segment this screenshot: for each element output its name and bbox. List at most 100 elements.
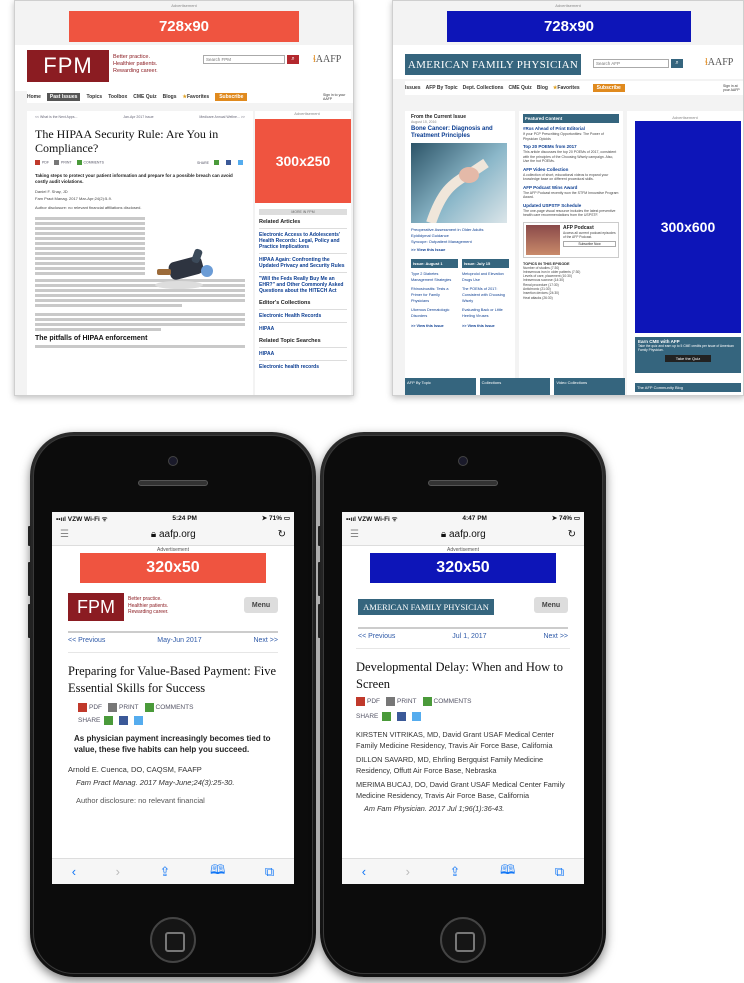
issue-link[interactable]: May-Jun 2017 <box>157 637 201 644</box>
related-link[interactable]: HIPAA Again: Confronting the Updated Pri… <box>259 257 347 269</box>
home-button[interactable] <box>440 917 486 963</box>
menu-button[interactable]: Menu <box>534 597 568 613</box>
tabs-icon[interactable]: ⧉ <box>555 864 564 880</box>
nav-issues[interactable]: Issues <box>405 85 421 91</box>
nav-favorites[interactable]: ★Favorites <box>183 94 210 100</box>
issue-link[interactable]: Jan-Apr 2017 Issue <box>123 115 153 119</box>
signin-link[interactable]: Sign in to your AAFP <box>323 93 353 101</box>
comments-button[interactable]: COMMENTS <box>144 703 193 712</box>
tabs-icon[interactable]: ⧉ <box>265 864 274 880</box>
nav-collections[interactable]: Dept. Collections <box>463 85 504 91</box>
issue-article[interactable]: The POEMs of 2017: Consistent with Choos… <box>462 286 509 304</box>
take-quiz-button[interactable]: Take the Quiz <box>665 355 711 362</box>
view-issue-link[interactable]: >> View this Issue <box>411 323 458 329</box>
share-plus-icon[interactable] <box>214 160 219 165</box>
current-title[interactable]: Bone Cancer: Diagnosis and Treatment Pri… <box>411 126 509 140</box>
related-link[interactable]: "Will the Feds Really Buy Me an EHR?" an… <box>259 276 347 294</box>
pdf-button[interactable]: PDF <box>356 697 380 706</box>
forward-icon[interactable]: › <box>116 864 120 879</box>
issue-article[interactable]: Metoprolol and Elevation Drugs Use <box>462 271 509 283</box>
nav-favorites[interactable]: ★Favorites <box>553 85 580 91</box>
issue-tab[interactable]: Issue: August 1 <box>411 259 458 268</box>
nav-blog[interactable]: Blog <box>537 85 548 91</box>
share-plus-icon[interactable] <box>104 716 114 725</box>
twitter-icon[interactable] <box>412 712 422 721</box>
issue-article[interactable]: Ulcerous Dermatologic Disorders <box>411 307 458 319</box>
aafp-logo[interactable]: ɬAAFP <box>705 57 733 68</box>
bottom-tab[interactable]: Video Collections <box>554 378 626 395</box>
leaderboard-ad[interactable]: 728x90 <box>69 11 299 42</box>
view-issue-link[interactable]: >> View this Issue <box>462 323 509 329</box>
facebook-icon[interactable] <box>397 712 407 721</box>
back-icon[interactable]: ‹ <box>362 864 366 879</box>
share-plus-icon[interactable] <box>382 712 392 721</box>
xray-image[interactable] <box>411 143 507 225</box>
comments-button[interactable]: COMMENTS <box>76 160 104 165</box>
address-field[interactable]: 🔒︎ aafp.org <box>441 529 486 540</box>
reload-icon[interactable]: ↻ <box>278 529 286 540</box>
nav-topics[interactable]: Topics <box>86 94 102 100</box>
nav-blogs[interactable]: Blogs <box>163 94 177 100</box>
issue-article[interactable]: Rhinosinusitis: Tests a Primer for Famil… <box>411 286 458 304</box>
bookmarks-icon[interactable]: 🕮︎ <box>500 861 515 883</box>
search-link[interactable]: Electronic health records <box>259 364 347 370</box>
bottom-tab[interactable]: AFP By Topic <box>405 378 476 395</box>
reader-icon[interactable]: ☰ <box>350 529 359 540</box>
menu-button[interactable]: Menu <box>244 597 278 613</box>
twitter-icon[interactable] <box>238 160 243 165</box>
issue-bullet[interactable]: Syncope: Outpatient Management <box>411 239 509 245</box>
nav-cme-quiz[interactable]: CME Quiz <box>133 94 156 100</box>
twitter-icon[interactable] <box>134 716 144 725</box>
issue-tab[interactable]: Issue: July 15 <box>462 259 509 268</box>
pdf-button[interactable]: PDF <box>35 160 49 165</box>
search-link[interactable]: HIPAA <box>259 351 347 357</box>
bookmarks-icon[interactable]: 🕮︎ <box>210 861 225 883</box>
collection-link[interactable]: Electronic Health Records <box>259 313 347 319</box>
nav-cme-quiz[interactable]: CME Quiz <box>508 85 531 91</box>
subscribe-button[interactable]: Subscribe <box>215 93 248 101</box>
subscribe-button[interactable]: Subscribe <box>592 84 625 92</box>
previous-link[interactable]: << Previous <box>358 633 395 640</box>
reader-icon[interactable]: ☰ <box>60 529 69 540</box>
facebook-icon[interactable] <box>119 716 129 725</box>
mobile-banner-ad[interactable]: 320x50 <box>80 553 266 583</box>
community-blog[interactable]: The AFP Community Blog <box>635 383 741 392</box>
nav-home[interactable]: Home <box>27 94 41 100</box>
previous-link[interactable]: << Previous <box>68 637 105 644</box>
related-link[interactable]: Electronic Access to Adolescents' Health… <box>259 232 347 250</box>
issue-link[interactable]: Jul 1, 2017 <box>452 633 486 640</box>
mobile-banner-ad[interactable]: 320x50 <box>370 553 556 583</box>
address-field[interactable]: 🔒︎ aafp.org <box>151 529 196 540</box>
sidebar-ad[interactable]: 300x250 <box>255 119 351 203</box>
issue-article[interactable]: Evaluating Back or Little Heeling Viruse… <box>462 307 509 319</box>
reload-icon[interactable]: ↻ <box>568 529 576 540</box>
pdf-button[interactable]: PDF <box>78 703 102 712</box>
search-button[interactable]: ⌕ <box>287 55 299 64</box>
next-link[interactable]: Medicare Annual Wellne... >> <box>199 115 245 119</box>
sidebar-ad[interactable]: 300x600 <box>635 121 741 333</box>
nav-past-issues[interactable]: Past Issues <box>46 93 81 101</box>
home-button[interactable] <box>150 917 196 963</box>
fpm-logo[interactable]: FPM <box>27 50 109 82</box>
nav-by-topic[interactable]: AFP By Topic <box>426 85 458 91</box>
topic-item[interactable]: Heat attacks (26:30) <box>523 296 619 300</box>
back-icon[interactable]: ‹ <box>72 864 76 879</box>
print-button[interactable]: PRINT <box>386 697 417 706</box>
share-icon[interactable]: ⇪ <box>450 864 461 880</box>
afp-logo[interactable]: AMERICAN FAMILY PHYSICIAN <box>358 599 494 615</box>
search-input[interactable] <box>593 59 669 68</box>
prev-link[interactable]: << What is the Next Apps... <box>35 115 77 119</box>
signin-link[interactable]: Sign in at your AAFP <box>723 84 743 92</box>
share-icon[interactable]: ⇪ <box>160 864 171 880</box>
leaderboard-ad[interactable]: 728x90 <box>447 11 691 42</box>
collection-link[interactable]: HIPAA <box>259 326 347 332</box>
next-link[interactable]: Next >> <box>253 637 278 644</box>
comments-button[interactable]: COMMENTS <box>422 697 471 706</box>
search-input[interactable] <box>203 55 285 64</box>
print-button[interactable]: PRINT <box>108 703 139 712</box>
print-button[interactable]: PRINT <box>54 160 72 165</box>
podcast-subscribe-button[interactable]: Subscribe Now <box>563 240 616 247</box>
afp-logo[interactable]: AMERICAN FAMILY PHYSICIAN <box>405 54 581 75</box>
fpm-logo[interactable]: FPM <box>68 593 124 621</box>
podcast-image[interactable] <box>526 224 560 255</box>
